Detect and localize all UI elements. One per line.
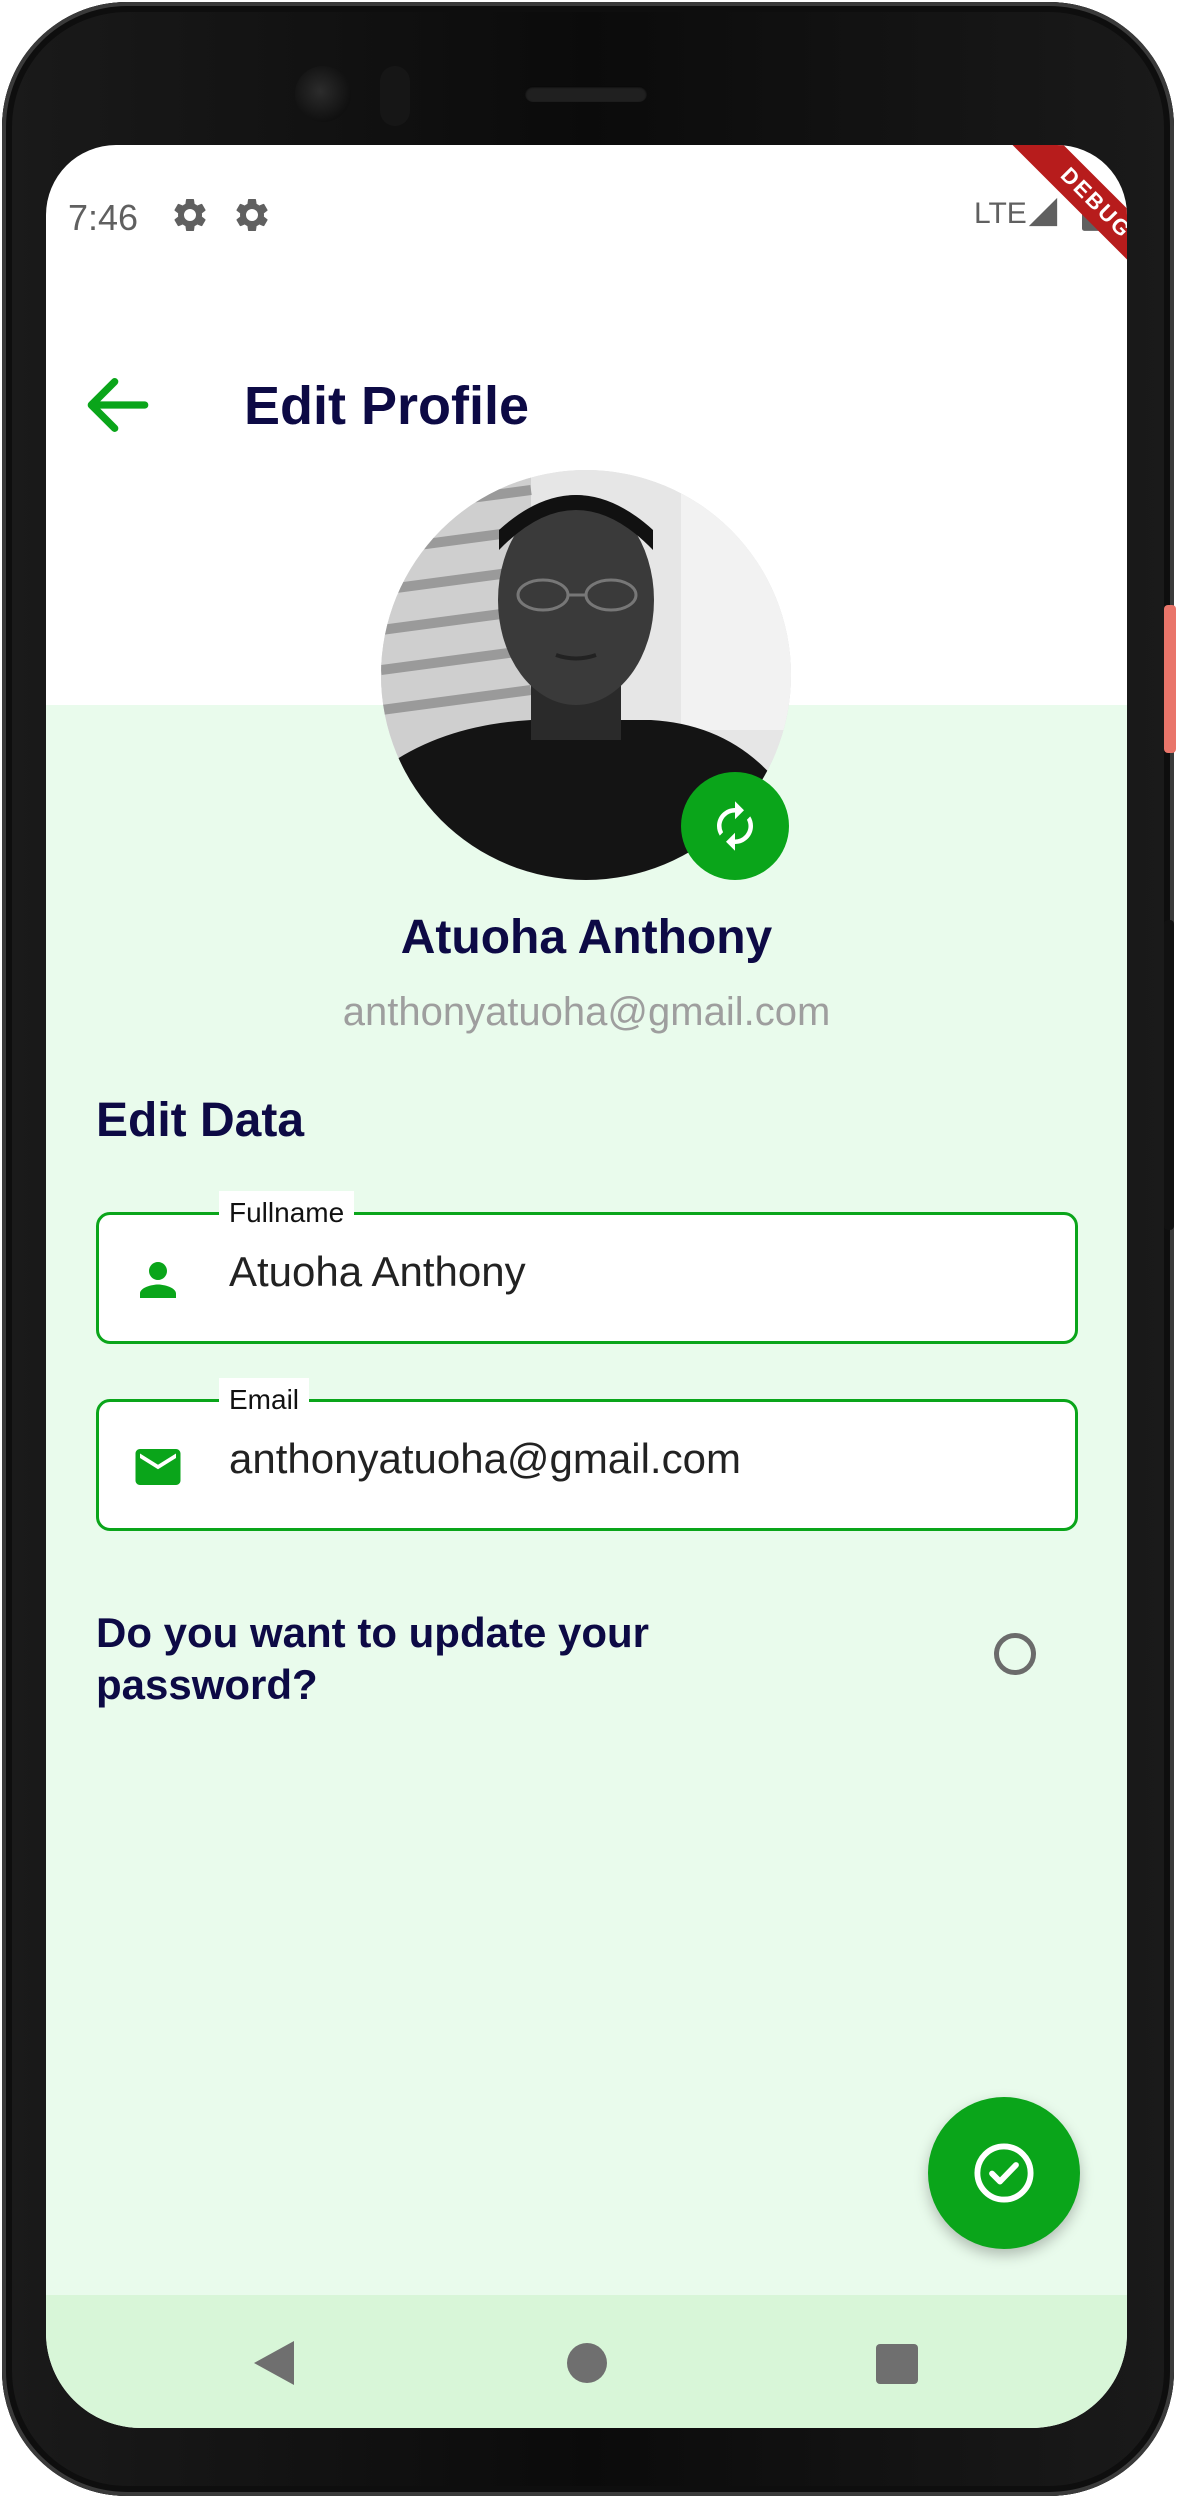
check-circle-icon — [974, 2143, 1034, 2203]
front-camera — [295, 66, 351, 122]
power-button — [1164, 605, 1176, 753]
app-bar: Edit Profile — [46, 345, 1127, 455]
profile-avatar — [381, 470, 791, 880]
profile-name: Atuoha Anthony — [400, 911, 773, 964]
gear-icon — [236, 198, 268, 231]
fullname-field[interactable]: Fullname — [96, 1191, 1078, 1344]
email-label: Email — [219, 1378, 310, 1422]
save-button[interactable] — [928, 2097, 1080, 2249]
change-photo-button[interactable] — [681, 772, 789, 880]
screen: 7:46 LTE DEBUG Edit Profile Atuoha Antho… — [46, 145, 1127, 2428]
volume-button — [1164, 920, 1174, 1230]
password-toggle-radio[interactable] — [994, 1633, 1036, 1675]
gear-icon — [174, 198, 206, 231]
nav-recents-icon[interactable] — [876, 2344, 918, 2384]
refresh-icon — [717, 801, 753, 851]
earpiece-speaker — [525, 86, 647, 102]
profile-email: anthonyatuoha@gmail.com — [342, 990, 831, 1034]
page-title: Edit Profile — [244, 376, 530, 436]
password-question: Do you want to update your password? — [96, 1609, 649, 1708]
fullname-label: Fullname — [219, 1191, 355, 1235]
nav-home-icon[interactable] — [567, 2343, 607, 2383]
signal-icon — [1028, 197, 1058, 227]
section-title: Edit Data — [96, 1094, 305, 1147]
arrow-left-icon[interactable] — [78, 365, 158, 445]
nav-back-icon[interactable] — [252, 2339, 296, 2387]
status-time: 7:46 — [68, 197, 139, 238]
person-icon — [140, 1262, 176, 1298]
mail-icon — [135, 1449, 181, 1485]
proximity-sensor — [380, 66, 410, 126]
email-input[interactable] — [229, 1435, 1049, 1483]
email-field[interactable]: Email — [96, 1378, 1078, 1531]
fullname-input[interactable] — [229, 1248, 1049, 1296]
system-nav-bar — [46, 2295, 1127, 2428]
network-label: LTE — [974, 197, 1027, 230]
status-bar: 7:46 LTE — [46, 145, 1127, 285]
